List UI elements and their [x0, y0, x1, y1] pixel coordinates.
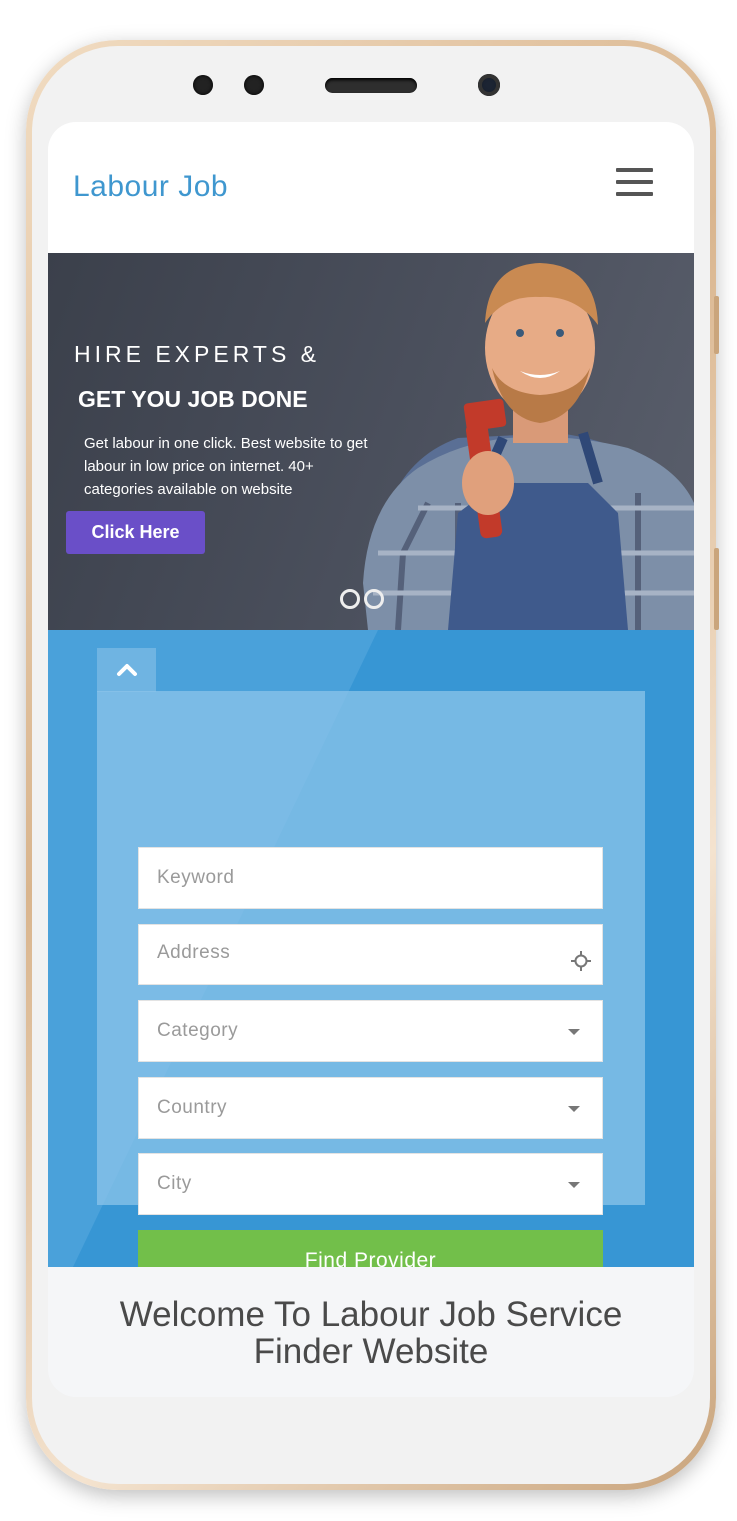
country-select[interactable]: Country — [138, 1077, 603, 1139]
front-camera-icon — [478, 74, 500, 96]
earpiece-speaker — [325, 78, 417, 93]
search-section: Keyword Address Category Country City Fi… — [48, 630, 694, 1267]
hero-description: Get labour in one click. Best website to… — [84, 435, 368, 498]
find-provider-button[interactable]: Find Provider — [138, 1230, 603, 1267]
hamburger-icon[interactable] — [614, 168, 656, 198]
slider-dots — [340, 589, 388, 614]
volume-button — [714, 296, 719, 354]
hero-title: GET YOU JOB DONE — [78, 386, 308, 412]
phone-screen: Labour Job HIRE EXPERTS & GET YOU JOB DO… — [48, 122, 694, 1397]
chevron-up-icon — [116, 664, 137, 676]
welcome-line-1: Welcome To Labour Job Service — [119, 1295, 623, 1334]
hero-subtitle: HIRE EXPERTS & — [74, 341, 321, 367]
welcome-heading: Welcome To Labour Job Service Finder Web… — [48, 1296, 694, 1370]
country-placeholder: Country — [157, 1097, 228, 1118]
crosshair-icon[interactable] — [571, 951, 591, 971]
chevron-down-icon — [568, 1029, 580, 1035]
keyword-placeholder: Keyword — [157, 867, 235, 888]
keyword-input[interactable]: Keyword — [138, 847, 603, 909]
chevron-down-icon — [568, 1106, 580, 1112]
city-select[interactable]: City — [138, 1153, 603, 1215]
category-placeholder: Category — [157, 1020, 239, 1041]
collapse-toggle[interactable] — [97, 648, 156, 692]
address-input[interactable]: Address — [138, 924, 603, 985]
click-here-button[interactable]: Click Here — [66, 511, 205, 554]
sensor-icon — [193, 75, 213, 95]
power-button — [714, 548, 719, 630]
chevron-down-icon — [568, 1182, 580, 1188]
city-placeholder: City — [157, 1173, 192, 1194]
address-placeholder: Address — [157, 942, 231, 963]
hero-banner: HIRE EXPERTS & GET YOU JOB DONE Get labo… — [48, 253, 694, 630]
brand-logo[interactable]: Labour Job — [73, 170, 228, 204]
sensor-icon — [244, 75, 264, 95]
slider-dot-2[interactable] — [364, 589, 384, 609]
welcome-line-2: Finder Website — [253, 1332, 489, 1371]
slider-dot-1[interactable] — [340, 589, 360, 609]
navbar: Labour Job — [48, 122, 694, 253]
category-select[interactable]: Category — [138, 1000, 603, 1062]
